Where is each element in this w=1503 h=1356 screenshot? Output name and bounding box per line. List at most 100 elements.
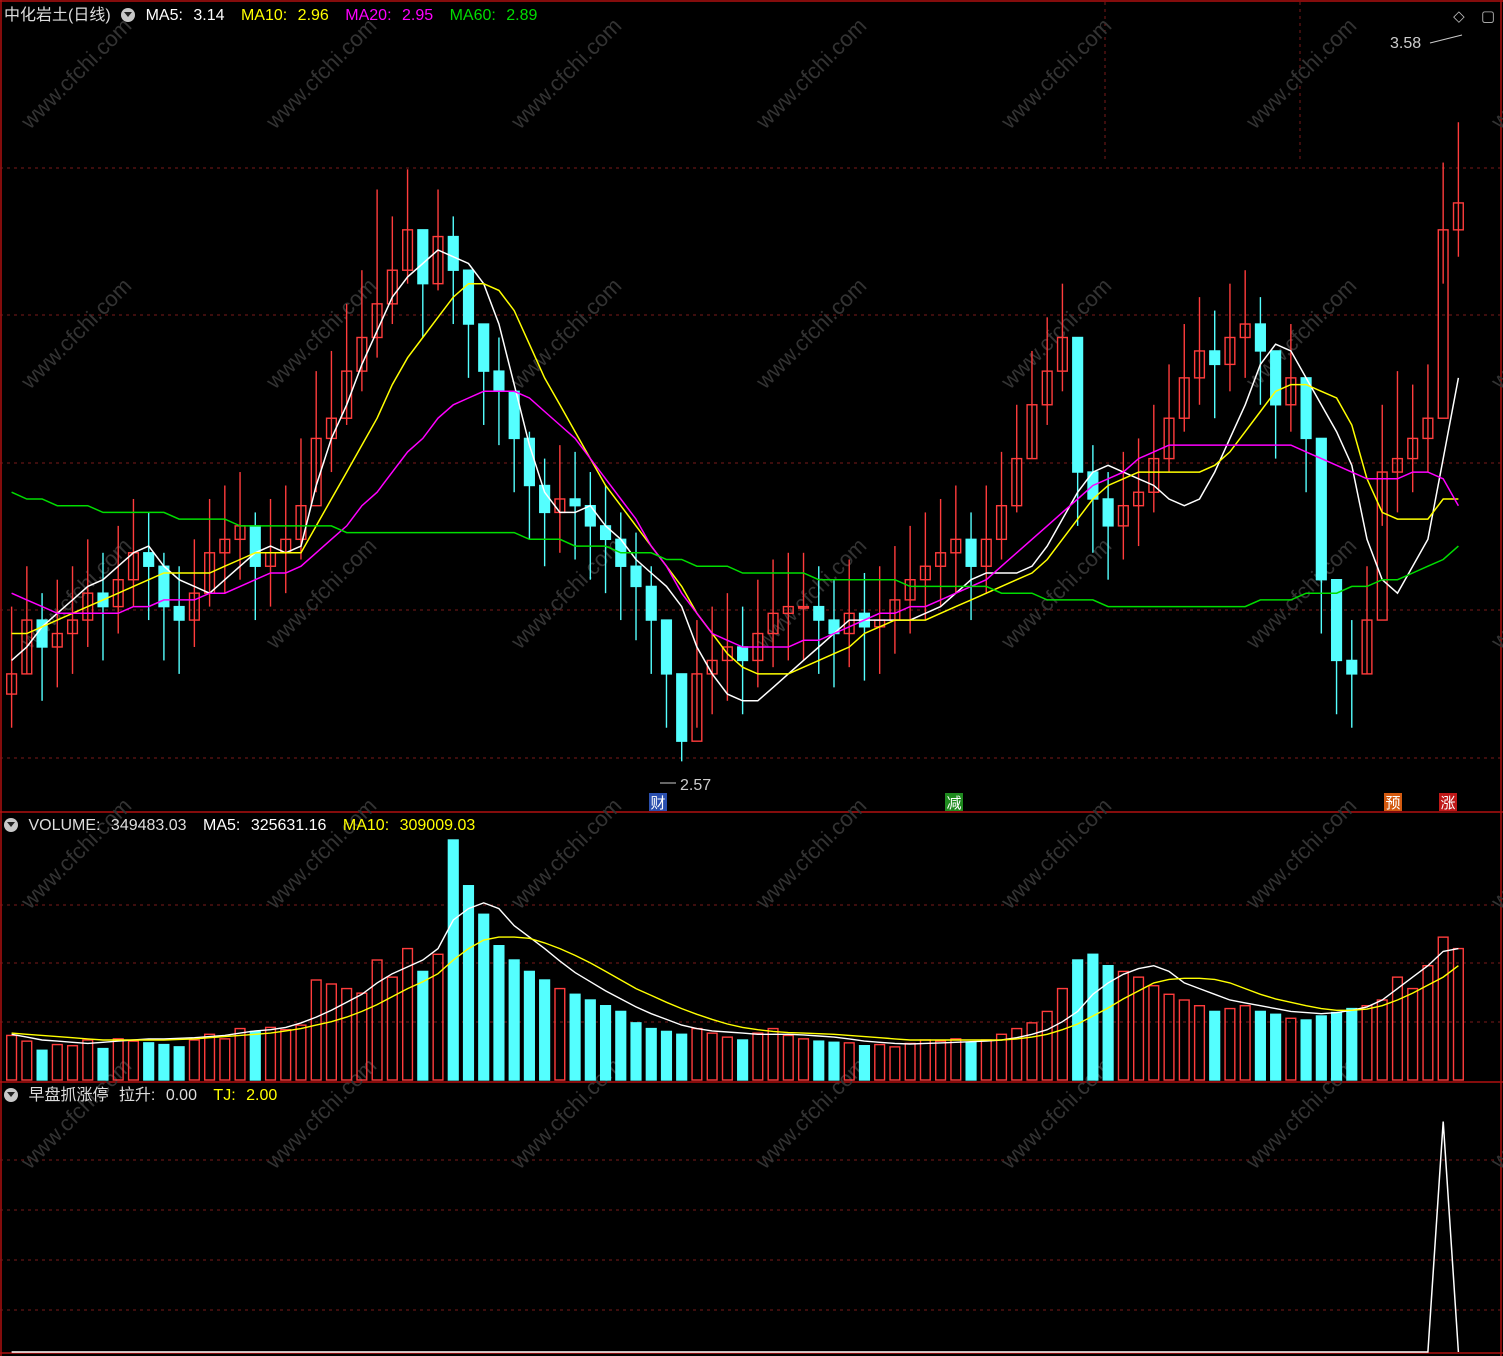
volume-bar: [1391, 976, 1404, 1081]
volume-bar: [508, 959, 520, 1081]
dropdown-icon[interactable]: [4, 818, 18, 832]
watermark-text: www.cfchi.com: [995, 793, 1116, 914]
window-icon[interactable]: ▢: [1481, 8, 1495, 25]
volume-bar: [645, 1027, 657, 1081]
lift-label: 拉升:: [118, 1087, 156, 1104]
watermark-text: www.cfchi.com: [15, 13, 136, 134]
vol-ma5-label: MA5:: [203, 817, 241, 834]
volume-bar: [737, 1039, 749, 1081]
volume-bar: [1437, 936, 1449, 1081]
volume-bar: [1376, 999, 1388, 1081]
candle-body: [630, 565, 642, 588]
low-price-label: 2.57: [680, 777, 711, 794]
vol-ma10-legend: MA10: 309009.03: [343, 817, 481, 834]
volume-bar: [706, 1032, 718, 1081]
candle-body: [676, 673, 688, 742]
volume-bar: [1026, 1022, 1038, 1081]
ma5-legend: MA5: 3.14: [146, 7, 235, 24]
volume-bar: [1072, 959, 1084, 1081]
ma5-value: 3.14: [193, 7, 225, 24]
dropdown-icon[interactable]: [121, 8, 136, 22]
volume-bar: [249, 1030, 261, 1081]
high-arrow-icon: [1429, 34, 1463, 44]
volume-bar: [676, 1033, 688, 1081]
candle-body: [569, 498, 581, 507]
watermark-text: www.cfchi.com: [995, 13, 1116, 134]
volume-bar: [1056, 987, 1069, 1081]
volume-bar: [980, 1039, 992, 1081]
volume-bar: [295, 1024, 307, 1081]
volume-bar: [21, 1040, 33, 1081]
volume-bar: [569, 993, 581, 1081]
candle-body: [1209, 350, 1221, 366]
volume-bar: [721, 1036, 733, 1081]
volume-bar: [1193, 1005, 1206, 1081]
volume-bar: [874, 1043, 886, 1081]
price-panel[interactable]: 3.58 2.57: [6, 34, 1464, 794]
volume-bar: [310, 979, 322, 1081]
volume-bar: [1407, 987, 1419, 1081]
ma10-label: MA10:: [240, 7, 288, 24]
volume-bar: [935, 1040, 947, 1081]
dropdown-icon[interactable]: [4, 1088, 18, 1102]
volume-bar: [158, 1043, 170, 1081]
event-marker-label: 预: [1385, 794, 1400, 812]
volume-value: 349483.03: [110, 817, 187, 834]
volume-bar: [660, 1030, 673, 1081]
vol-ma5-legend: MA5: 325631.16: [203, 817, 337, 834]
event-marker-label: 财: [650, 794, 665, 812]
volume-bar: [325, 983, 338, 1081]
volume-bar: [280, 1029, 292, 1081]
watermark-text: www.cfchi.com: [15, 793, 136, 914]
high-price-label: 3.58: [1390, 35, 1421, 52]
volume-bar: [1346, 1007, 1358, 1081]
volume-bar: [386, 976, 398, 1081]
event-marker-label: 减: [946, 794, 961, 812]
watermark-text: www.cfchi.com: [750, 13, 871, 134]
watermark-text: www.cfchi.com: [15, 1053, 136, 1174]
volume-bar: [828, 1041, 840, 1081]
volume-bar: [1209, 1010, 1221, 1081]
volume-bar: [82, 1039, 94, 1081]
watermark-text: www.cfchi.com: [15, 273, 136, 394]
volume-bar: [919, 1039, 931, 1081]
volume-bar: [965, 1041, 977, 1081]
ma-line-ma60: [11, 491, 1459, 608]
candle-body: [584, 504, 596, 527]
watermark-text: www.cfchi.com: [750, 793, 871, 914]
ma60-label: MA60:: [449, 7, 496, 24]
volume-bar: [782, 1034, 794, 1081]
volume-bar: [630, 1022, 642, 1081]
candle-body: [813, 605, 825, 621]
volume-bar: [523, 970, 535, 1081]
volume-bar: [599, 1005, 612, 1081]
volume-bar: [752, 1032, 764, 1081]
volume-bar: [904, 1042, 916, 1081]
volume-panel[interactable]: [6, 839, 1464, 1081]
watermark-text: www.cfchi.com: [260, 273, 381, 394]
diamond-icon[interactable]: ◇: [1453, 8, 1465, 25]
volume-bar: [1315, 1015, 1327, 1081]
candle-body: [1072, 336, 1084, 473]
indicator-name[interactable]: 早盘抓涨停: [28, 1087, 108, 1104]
volume-bar: [539, 979, 551, 1081]
candle-body: [1254, 323, 1266, 352]
volume-bar: [97, 1047, 109, 1081]
volume-bar: [66, 1045, 79, 1081]
ma20-value: 2.95: [401, 7, 434, 24]
watermark-text: www.cfchi.com: [260, 793, 381, 914]
watermark-text: www.cfchi.com: [260, 533, 381, 654]
candle-body: [1346, 659, 1358, 675]
stock-chart[interactable]: www.cfchi.com www.cfchi.com www.cfchi.com w…: [0, 0, 1503, 1356]
volume-bar: [1117, 970, 1129, 1081]
price-legend: 中化岩土(日线) MA5: 3.14 MA10: 2.96 MA20: 2.95…: [4, 6, 549, 26]
volume-bar: [1361, 1005, 1373, 1081]
candle-body: [417, 229, 429, 285]
volume-bar: [858, 1045, 871, 1081]
volume-bar: [615, 1010, 627, 1081]
volume-bar: [889, 1046, 901, 1081]
stock-name[interactable]: 中化岩土(日线): [4, 7, 111, 24]
candle-body: [1102, 498, 1114, 527]
candle-body: [965, 538, 977, 567]
candle-body: [737, 646, 749, 662]
